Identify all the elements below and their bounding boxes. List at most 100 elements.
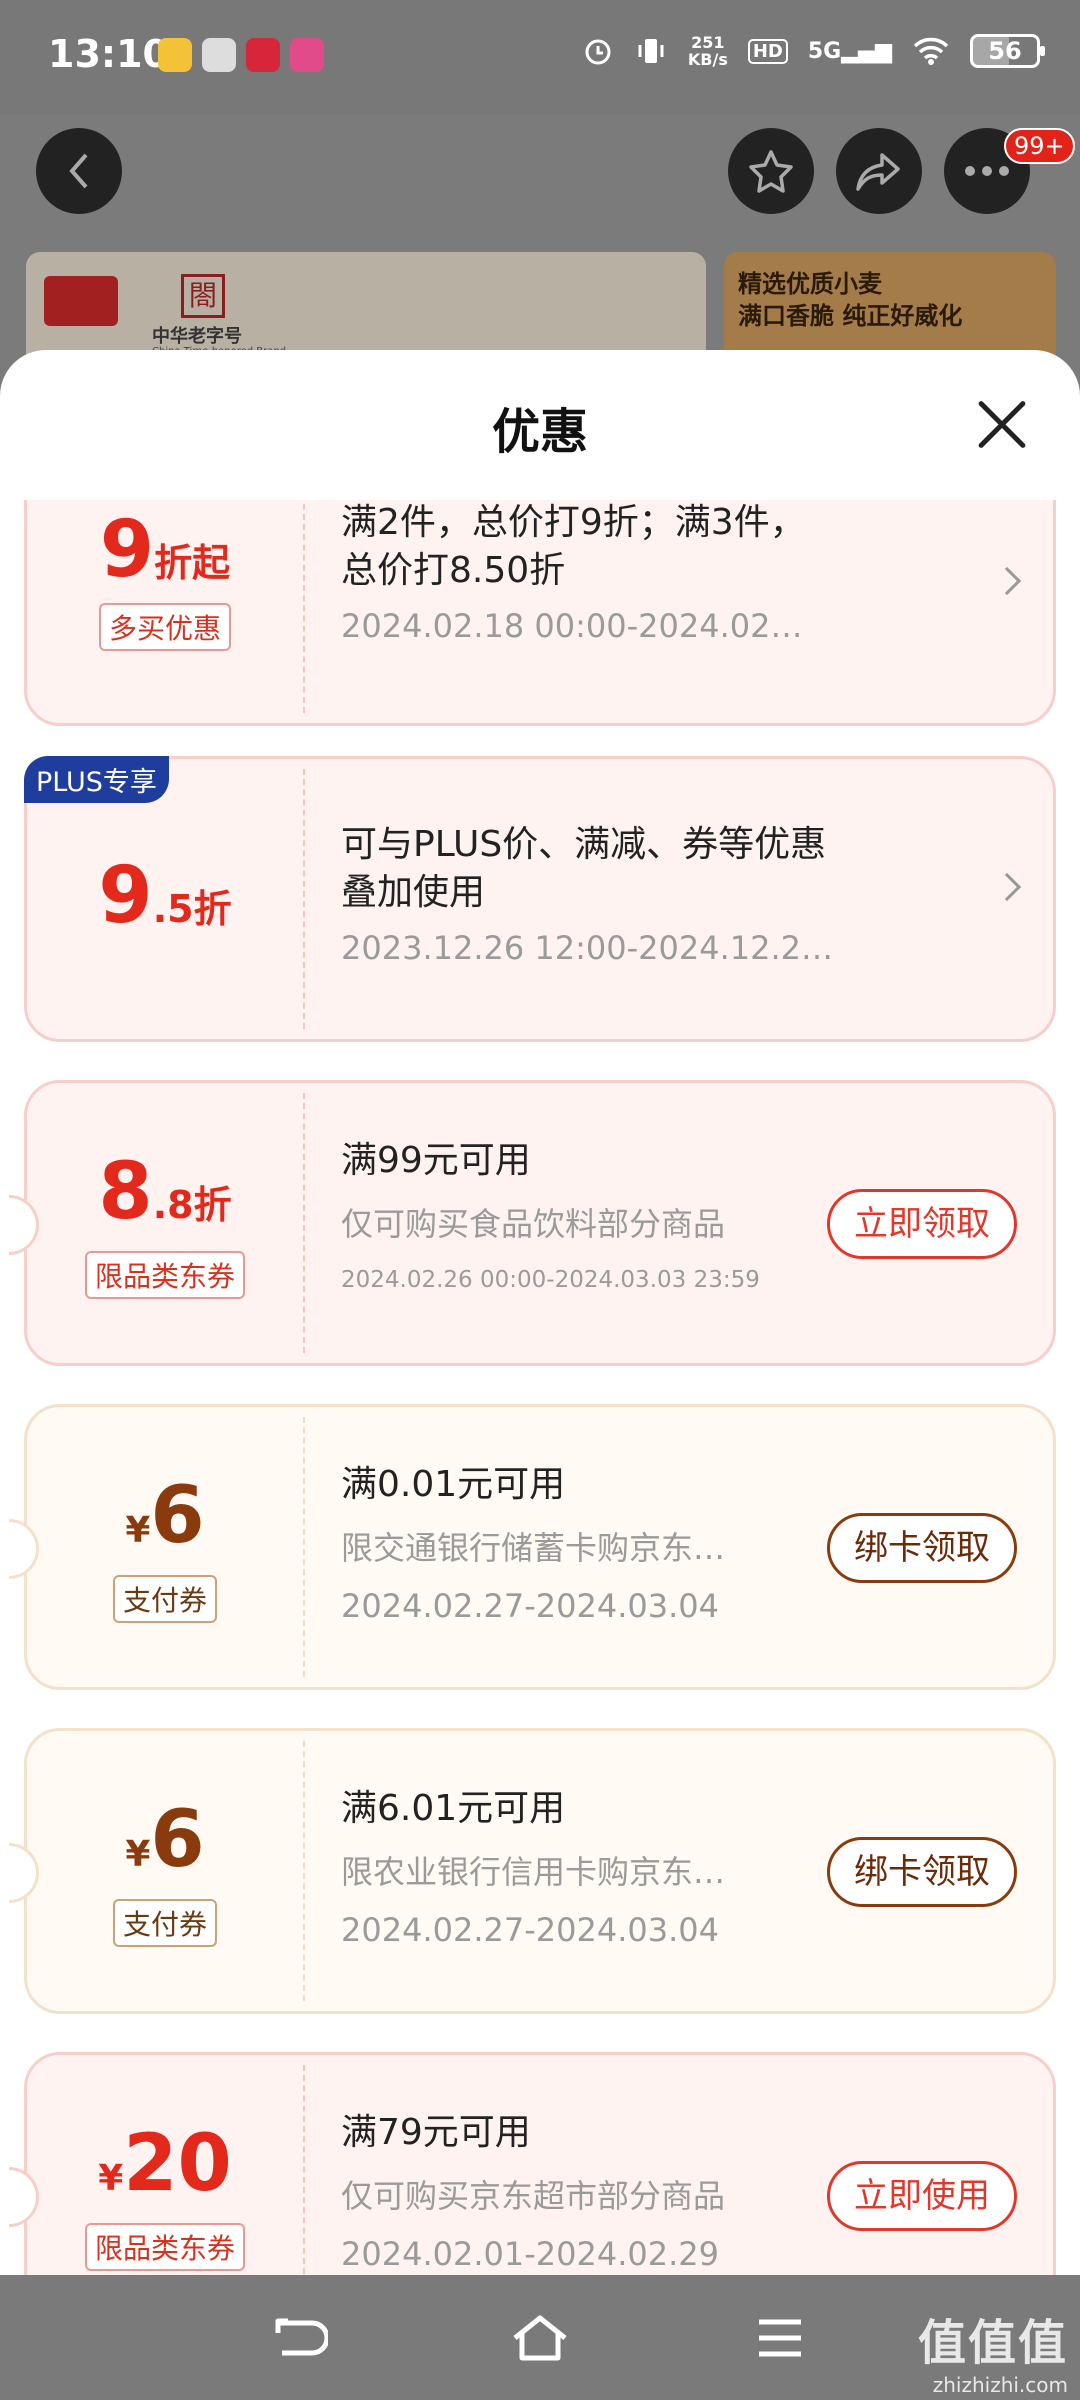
coupon-card-category[interactable]: 8.8折 限品类东券 满99元可用 仅可购买食品饮料部分商品 2024.02.2…	[9, 1080, 1056, 1366]
coupon-condition: 满99元可用	[341, 1140, 531, 1181]
coupon-amount: ¥6	[27, 1795, 303, 1885]
use-now-button[interactable]: 立即使用	[827, 2161, 1017, 2231]
coupon-scope: 限交通银行储蓄卡购京东…	[341, 1529, 726, 1567]
coupon-divider	[303, 769, 305, 1029]
chevron-left-icon	[69, 153, 88, 189]
wifi-icon	[913, 37, 949, 65]
coupon-tag: 支付券	[27, 1899, 303, 1947]
coupon-amount: 8.8折	[27, 1147, 303, 1237]
coupon-amount: ¥6	[27, 1471, 303, 1561]
notification-icons	[158, 38, 324, 72]
coupon-tag-label: 多买优惠	[98, 603, 231, 651]
coupon-card-multibuy[interactable]: 9折起 多买优惠 满2件，总价打9折；满3件，总价打8.50折 2024.02.…	[24, 500, 1056, 726]
coupon-condition: 满2件，总价打9折；满3件，总价打8.50折	[341, 502, 806, 591]
coupon-validity: 2024.02.18 00:00-2024.02.2…	[341, 607, 811, 645]
bind-card-claim-button[interactable]: 绑卡领取	[827, 1837, 1017, 1907]
coupon-condition: 满79元可用	[341, 2112, 531, 2153]
share-button[interactable]	[836, 128, 922, 214]
coupon-condition: 可与PLUS价、满减、券等优惠叠加使用	[341, 824, 827, 913]
app-notification-icon	[246, 38, 280, 72]
close-icon[interactable]	[974, 396, 1030, 452]
coupon-card-category[interactable]: ¥20 限品类东券 满79元可用 仅可购买京东超市部分商品 2024.02.01…	[9, 2052, 1056, 2275]
coupon-divider	[303, 2065, 305, 2275]
coupon-tag-label: 限品类东券	[84, 1251, 245, 1299]
coupon-amount-unit: .5折	[152, 887, 232, 931]
share-icon	[856, 153, 900, 191]
network-speed: 251 KB/s	[688, 34, 728, 68]
nav-home-button[interactable]	[505, 2303, 575, 2373]
coupon-info: 满2件，总价打9折；满3件，总价打8.50折 2024.02.18 00:00-…	[341, 500, 811, 645]
coupon-card-payment[interactable]: ¥6 支付券 满6.01元可用 限农业银行信用卡购京东… 2024.02.27-…	[9, 1728, 1056, 2014]
coupon-amount: 9.5折	[27, 851, 303, 941]
chevron-right-icon[interactable]	[992, 872, 1022, 902]
coupon-tag-label: 支付券	[112, 1575, 217, 1623]
coupon-validity: 2024.02.01-2024.02.29	[341, 2235, 719, 2273]
coupon-currency: ¥	[125, 1510, 151, 1551]
system-nav-bar: 值值值 zhizhizhi.com	[0, 2275, 1080, 2400]
more-dots-icon	[965, 166, 1009, 176]
coupon-amount-value: 9	[98, 851, 153, 941]
coupon-scope: 仅可购买食品饮料部分商品	[341, 1205, 726, 1243]
coupon-tag: 多买优惠	[27, 603, 303, 651]
app-notification-icon	[158, 38, 192, 72]
nav-menu-button[interactable]	[745, 2303, 815, 2373]
coupon-info: 满99元可用 仅可购买食品饮料部分商品 2024.02.26 00:00-202…	[341, 1137, 861, 1293]
coupon-info: 满6.01元可用 限农业银行信用卡购京东… 2024.02.27-2024.03…	[341, 1785, 781, 1949]
promo-line: 精选优质小麦	[738, 270, 882, 298]
plus-exclusive-badge: PLUS专享	[24, 756, 169, 803]
coupon-info: 可与PLUS价、满减、券等优惠叠加使用 2023.12.26 12:00-202…	[341, 821, 841, 967]
coupon-amount-unit: 折起	[154, 541, 231, 585]
return-icon	[275, 2318, 328, 2356]
app-notification-icon	[202, 38, 236, 72]
claim-now-button[interactable]: 立即领取	[827, 1189, 1017, 1259]
coupon-card-plus[interactable]: PLUS专享 9.5折 可与PLUS价、满减、券等优惠叠加使用 2023.12.…	[24, 756, 1056, 1042]
nav-back-button[interactable]	[265, 2303, 335, 2373]
coupon-validity: 2024.02.27-2024.03.04	[341, 1587, 719, 1625]
watermark: 值值值 zhizhizhi.com	[918, 2303, 1068, 2397]
coupon-divider	[303, 1417, 305, 1677]
battery-level: 56	[988, 37, 1022, 65]
coupon-tag-label: 限品类东券	[84, 2223, 245, 2271]
time-honored-seal-icon: 閤	[181, 274, 225, 318]
favorite-button[interactable]	[728, 128, 814, 214]
menu-icon	[759, 2319, 801, 2357]
coupon-amount-value: 20	[123, 2119, 232, 2209]
app-notification-icon	[290, 38, 324, 72]
status-indicators: 251 KB/s HD 5G▂▄▆ 56	[582, 34, 1045, 68]
discount-sheet: 优惠 9折起 多买优惠 满2件，总价打9折；满3件，总价打8.50折 2024.…	[0, 350, 1080, 2275]
status-time: 13:10	[48, 32, 169, 76]
coupon-amount-value: 8	[98, 1147, 153, 1237]
coupon-condition: 满6.01元可用	[341, 1788, 566, 1829]
coupon-currency: ¥	[98, 2158, 124, 2199]
coupon-amount: ¥20	[27, 2119, 303, 2209]
coupon-amount-value: 9	[99, 505, 155, 595]
alarm-icon	[585, 39, 611, 65]
status-bar: 13:10 251 KB/s HD 5G▂▄▆ 56	[0, 0, 1080, 115]
sheet-title: 优惠	[491, 404, 588, 460]
chevron-right-icon[interactable]	[992, 566, 1022, 596]
coupon-amount-value: 6	[150, 1471, 205, 1561]
star-icon	[749, 150, 793, 193]
network-speed-value: 251	[691, 33, 725, 52]
signal-5g-icon: 5G▂▄▆	[807, 38, 892, 64]
coupon-condition: 满0.01元可用	[341, 1464, 566, 1505]
coupon-divider	[303, 1093, 305, 1353]
coupon-info: 满0.01元可用 限交通银行储蓄卡购京东… 2024.02.27-2024.03…	[341, 1461, 781, 1625]
coupon-tag-label: 支付券	[112, 1899, 217, 1947]
signal-label: 5G	[807, 38, 842, 64]
back-button[interactable]	[36, 128, 122, 214]
bind-card-claim-button[interactable]: 绑卡领取	[827, 1513, 1017, 1583]
watermark-text: 值值值	[917, 2315, 1068, 2371]
coupon-list[interactable]: 9折起 多买优惠 满2件，总价打9折；满3件，总价打8.50折 2024.02.…	[0, 500, 1080, 2275]
coupon-validity: 2024.02.26 00:00-2024.03.03 23:59	[341, 1267, 760, 1293]
coupon-tag: 限品类东券	[27, 1251, 303, 1299]
coupon-tag: 支付券	[27, 1575, 303, 1623]
coupon-amount-unit: .8折	[152, 1183, 232, 1227]
coupon-info: 满79元可用 仅可购买京东超市部分商品 2024.02.01-2024.02.2…	[341, 2109, 801, 2273]
promo-line: 满口香脆 纯正好威化	[738, 302, 963, 330]
coupon-card-payment[interactable]: ¥6 支付券 满0.01元可用 限交通银行储蓄卡购京东… 2024.02.27-…	[9, 1404, 1056, 1690]
coupon-scope: 限农业银行信用卡购京东…	[341, 1853, 726, 1891]
home-icon	[513, 2315, 567, 2361]
coupon-scope: 仅可购买京东超市部分商品	[341, 2177, 726, 2215]
coupon-divider	[303, 500, 305, 713]
